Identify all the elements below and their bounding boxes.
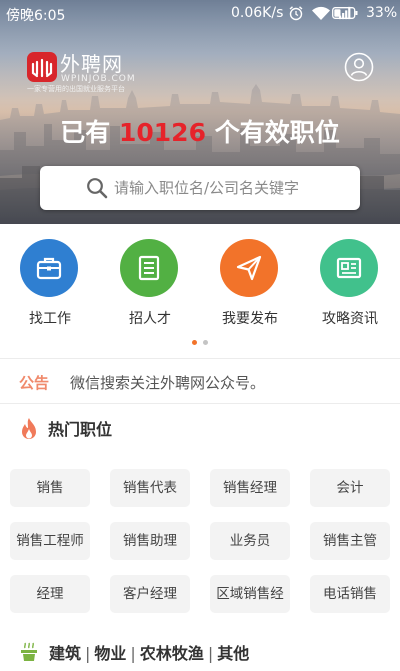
- divider: [0, 403, 400, 404]
- quick-find-job[interactable]: 找工作: [0, 239, 100, 331]
- quick-label: 我要发布: [222, 311, 278, 327]
- quick-label: 攻略资讯: [322, 311, 378, 327]
- job-count-number: 10126: [119, 118, 206, 147]
- hot-job-tag[interactable]: 区域销售经: [210, 575, 290, 613]
- hot-job-tag[interactable]: 电话销售: [310, 575, 390, 613]
- quick-publish[interactable]: 我要发布: [200, 239, 300, 331]
- battery-level: [334, 9, 341, 17]
- search-placeholder: 请输入职位名/公司名关键字: [114, 179, 300, 197]
- hot-jobs-title: 热门职位: [48, 420, 113, 439]
- quick-label: 招人才: [129, 311, 171, 327]
- category-link[interactable]: 建筑: [49, 644, 81, 663]
- battery-icon: [332, 7, 358, 19]
- pager-dot-active[interactable]: [192, 340, 197, 345]
- hot-job-tag[interactable]: 经理: [10, 575, 90, 613]
- hot-job-tag[interactable]: 销售经理: [210, 469, 290, 507]
- status-time: 傍晚6:05: [6, 8, 66, 24]
- news-icon: [336, 257, 362, 279]
- wifi-icon: [312, 6, 330, 20]
- quick-icon-circle: [320, 239, 378, 297]
- job-count-headline: 已有 10126 个有效职位: [0, 115, 400, 151]
- hot-job-tag[interactable]: 客户经理: [110, 575, 190, 613]
- headline-prefix: 已有: [60, 118, 111, 147]
- category-separator: |: [130, 644, 136, 663]
- paper-plane-icon: [236, 255, 262, 281]
- category-separator: |: [85, 644, 91, 663]
- divider: [0, 358, 400, 359]
- quick-icon-circle: [20, 239, 78, 297]
- logo-slogan: 一家专营用的出国就业服务平台: [27, 85, 125, 93]
- quick-news[interactable]: 攻略资讯: [300, 239, 400, 331]
- notice-tag: 公告: [19, 374, 50, 392]
- notice-text: 微信搜索关注外聘网公众号。: [70, 374, 266, 392]
- carousel-pager: [0, 340, 400, 348]
- status-net-speed: 0.06K/s: [231, 5, 284, 21]
- search-icon: [87, 178, 108, 199]
- user-icon[interactable]: [344, 52, 374, 82]
- logo-text: 外聘网: [60, 52, 123, 76]
- battery-tip: [355, 11, 358, 15]
- category-link[interactable]: 其他: [217, 644, 249, 663]
- category-row: 建筑 | 物业 | 农林牧渔 | 其他: [49, 643, 249, 665]
- headline-suffix: 个有效职位: [214, 118, 340, 147]
- status-battery-percent: 33%: [366, 5, 398, 21]
- category-icon: [21, 642, 37, 661]
- list-icon: [138, 255, 160, 281]
- hot-job-tag[interactable]: 销售主管: [310, 522, 390, 560]
- pager-dot[interactable]: [203, 340, 208, 345]
- category-link[interactable]: 农林牧渔: [140, 644, 204, 663]
- category-separator: |: [207, 644, 214, 663]
- hot-job-tag[interactable]: 业务员: [210, 522, 290, 560]
- hot-job-tag[interactable]: 会计: [310, 469, 390, 507]
- quick-icon-circle: [120, 239, 178, 297]
- alarm-icon: [289, 6, 303, 21]
- logo-url-text: WPINJOB.COM: [61, 74, 136, 84]
- quick-icon-circle: [220, 239, 278, 297]
- flame-icon: [22, 418, 36, 439]
- logo-mark-icon: [27, 52, 57, 82]
- site-logo: 外聘网 WPINJOB.COM 一家专营用的出国就业服务平台: [27, 52, 147, 94]
- hero-banner: 傍晚6:05 0.06K/s 33% 外聘网 WPINJOB.COM 一家专营用…: [0, 0, 400, 224]
- hot-job-tag[interactable]: 销售助理: [110, 522, 190, 560]
- briefcase-icon: [36, 257, 62, 280]
- hot-job-tag[interactable]: 销售代表: [110, 469, 190, 507]
- search-input[interactable]: 请输入职位名/公司名关键字: [40, 166, 360, 210]
- quick-recruit[interactable]: 招人才: [100, 239, 200, 331]
- hot-job-tag[interactable]: 销售: [10, 469, 90, 507]
- category-link[interactable]: 物业: [94, 644, 126, 663]
- hot-job-tag[interactable]: 销售工程师: [10, 522, 90, 560]
- status-bar: 傍晚6:05 0.06K/s 33%: [0, 0, 400, 28]
- quick-label: 找工作: [29, 311, 71, 327]
